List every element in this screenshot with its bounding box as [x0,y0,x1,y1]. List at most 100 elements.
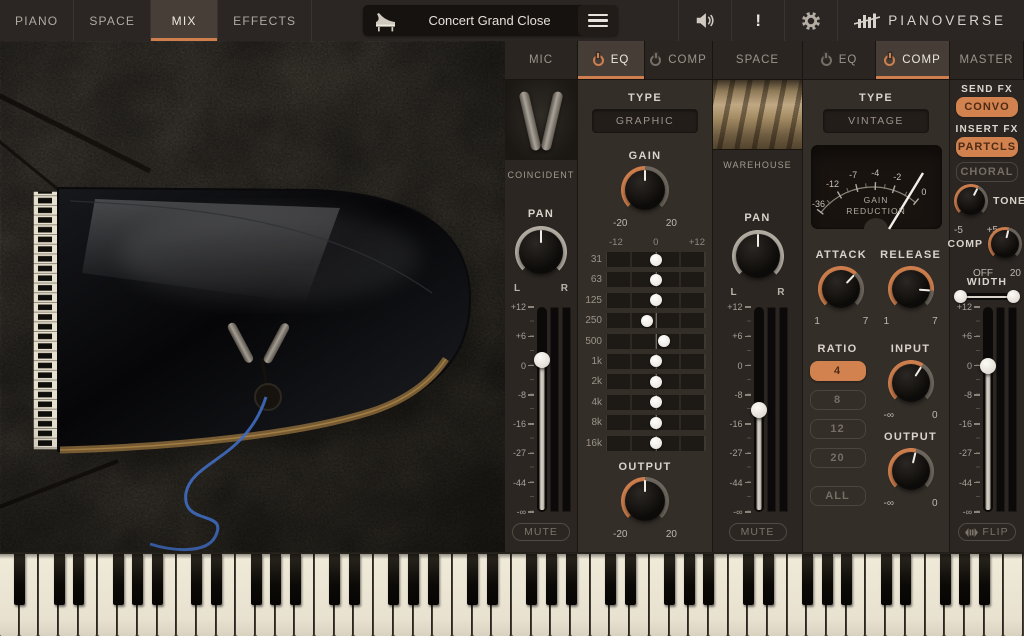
eq-band-handle-250[interactable] [641,315,653,327]
black-key[interactable] [703,554,714,605]
eq-band-handle-8k[interactable] [650,417,662,429]
attack-knob[interactable] [818,266,864,312]
mixer-tab-comp-2[interactable]: COMP [645,41,713,80]
mixer-tab-eq-4[interactable]: EQ [803,41,876,80]
black-key[interactable] [664,554,675,605]
top-tab-piano[interactable]: PIANO [0,0,74,41]
black-key[interactable] [349,554,360,605]
eq-band-handle-1k[interactable] [650,355,662,367]
top-tab-effects[interactable]: EFFECTS [218,0,312,41]
black-key[interactable] [73,554,84,605]
comp-output-knob[interactable] [888,448,934,494]
black-key[interactable] [191,554,202,605]
black-key[interactable] [290,554,301,605]
fader-track[interactable] [983,307,993,512]
black-key[interactable] [428,554,439,605]
eq-band-slider-500[interactable] [606,334,706,349]
black-key[interactable] [408,554,419,605]
mixer-tab-space-3[interactable]: SPACE [713,41,803,80]
alert-button[interactable]: ! [732,0,784,41]
mic-pair-image[interactable] [505,80,577,160]
eq-gain-knob[interactable] [621,166,669,214]
black-key[interactable] [802,554,813,605]
ratio-option-all[interactable]: ALL [810,486,866,506]
eq-band-slider-1k[interactable] [606,354,706,369]
eq-band-slider-16k[interactable] [606,436,706,451]
eq-band-slider-4k[interactable] [606,395,706,410]
eq-band-slider-250[interactable] [606,313,706,328]
eq-band-handle-63[interactable] [650,274,662,286]
eq-band-handle-2k[interactable] [650,376,662,388]
black-key[interactable] [959,554,970,605]
mixer-tab-mic-0[interactable]: MIC [505,41,578,80]
eq-band-handle-4k[interactable] [650,396,662,408]
flip-button[interactable]: FLIP [958,523,1016,541]
black-key[interactable] [526,554,537,605]
black-key[interactable] [940,554,951,605]
black-key[interactable] [329,554,340,605]
power-icon[interactable] [650,55,661,66]
top-tab-mix[interactable]: MIX [151,0,218,41]
power-icon[interactable] [821,55,832,66]
width-slider-right-handle[interactable] [1007,290,1020,303]
ratio-option-12[interactable]: 12 [810,419,866,439]
black-key[interactable] [14,554,25,605]
mic-fader[interactable]: +12+60-8-16-27-44-∞ [511,307,571,512]
ratio-option-8[interactable]: 8 [810,390,866,410]
fader-track[interactable] [754,307,764,512]
eq-output-knob[interactable] [621,477,669,525]
eq-band-handle-125[interactable] [650,294,662,306]
black-key[interactable] [487,554,498,605]
mixer-tab-comp-5[interactable]: COMP [876,41,950,80]
black-key[interactable] [113,554,124,605]
mixer-tab-master-6[interactable]: MASTER [950,41,1024,80]
warehouse-image[interactable] [713,80,802,150]
eq-band-slider-63[interactable] [606,272,706,287]
black-key[interactable] [251,554,262,605]
black-key[interactable] [881,554,892,605]
mic-mute-button[interactable]: MUTE [512,523,570,541]
release-knob[interactable] [888,266,934,312]
space-mute-button[interactable]: MUTE [729,523,787,541]
black-key[interactable] [979,554,990,605]
ratio-option-20[interactable]: 20 [810,448,866,468]
black-key[interactable] [822,554,833,605]
power-icon[interactable] [593,55,604,66]
black-key[interactable] [900,554,911,605]
black-key[interactable] [684,554,695,605]
black-key[interactable] [841,554,852,605]
space-pan-knob[interactable] [732,230,784,282]
eq-band-handle-31[interactable] [650,254,662,266]
black-key[interactable] [211,554,222,605]
eq-band-slider-2k[interactable] [606,374,706,389]
black-key[interactable] [743,554,754,605]
ratio-option-4[interactable]: 4 [810,361,866,381]
black-key[interactable] [605,554,616,605]
settings-button[interactable] [785,0,837,41]
mic-pan-knob[interactable] [515,226,567,278]
eq-band-slider-125[interactable] [606,293,706,308]
master-fader-handle[interactable] [980,358,996,374]
eq-type-select[interactable]: GRAPHIC [592,109,698,133]
black-key[interactable] [152,554,163,605]
black-key[interactable] [270,554,281,605]
top-tab-space[interactable]: SPACE [74,0,151,41]
black-key[interactable] [763,554,774,605]
black-key[interactable] [388,554,399,605]
space-fader[interactable]: +12+60-8-16-27-44-∞ [728,307,788,512]
eq-band-handle-500[interactable] [658,335,670,347]
mic-fader-handle[interactable] [534,352,550,368]
piano-keyboard[interactable] [0,552,1024,636]
black-key[interactable] [54,554,65,605]
eq-band-handle-16k[interactable] [650,437,662,449]
tone-knob[interactable] [954,184,988,218]
send-fx-convo[interactable]: CONVO [956,97,1018,117]
menu-hamburger-icon[interactable] [578,5,618,36]
insert-fx-partcls[interactable]: PARTCLS [956,137,1018,157]
volume-button[interactable] [679,0,731,41]
preset-bar[interactable]: Concert Grand Close [363,5,618,36]
master-fader[interactable]: +12+60-8-16-27-44-∞ [957,307,1017,512]
white-key[interactable] [1004,554,1023,636]
black-key[interactable] [132,554,143,605]
power-icon[interactable] [884,55,895,66]
